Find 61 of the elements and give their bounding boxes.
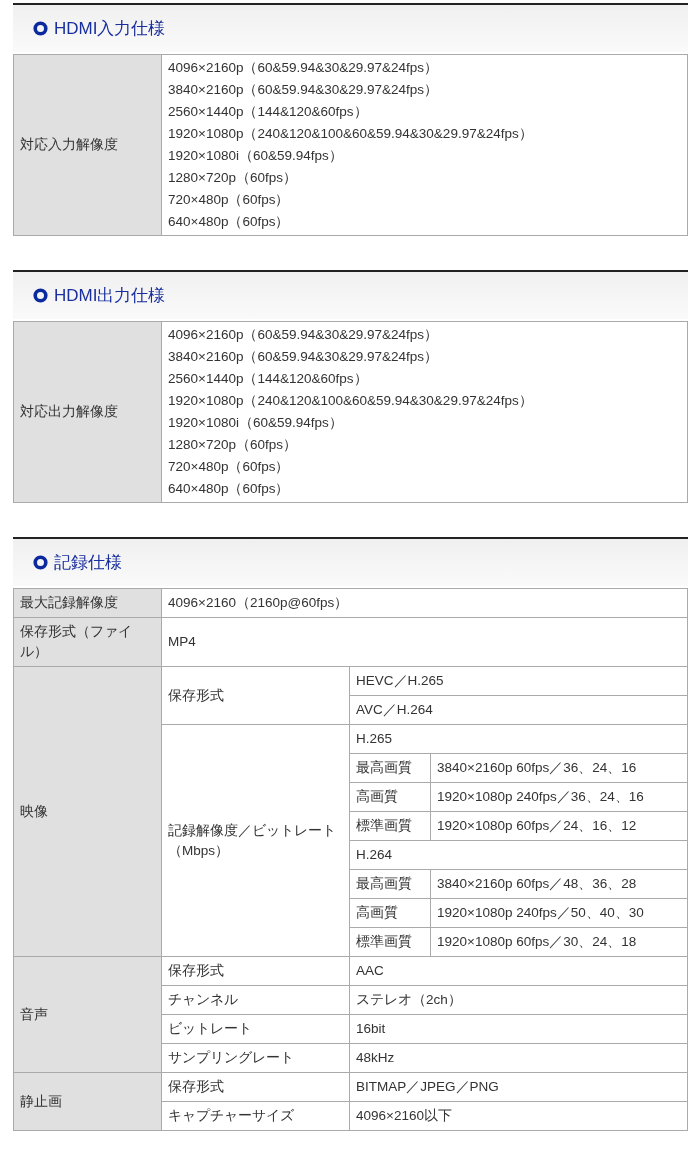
table-cell: 3840×2160p 60fps／36、24、16 [430,753,688,783]
row-header: 最大記録解像度 [13,588,162,618]
table-cell: 1920×1080p 240fps／36、24、16 [430,782,688,812]
row-header: 対応入力解像度 [13,54,162,236]
table-cell: 3840×2160p 60fps／48、36、28 [430,869,688,899]
resolution-text: 2560×1440p（144&120&60fps） [168,370,369,388]
resolution-text: 1920×1080p（240&120&100&60&59.94&30&29.97&24fps） [168,125,534,143]
table-cell: 48kHz [349,1043,688,1073]
table-cell: ステレオ（2ch） [349,985,688,1015]
resolution-text: 3840×2160p（60&59.94&30&29.97&24fps） [168,81,440,99]
table-cell: キャプチャーサイズ [161,1101,350,1131]
table-cell: 最高画質 [349,753,431,783]
ring-icon [33,21,48,36]
resolution-text: 2560×1440p（144&120&60fps） [168,103,369,121]
row-header: 映像 [13,666,162,957]
section-title: 記録仕様 [54,552,122,574]
table-cell: 高画質 [349,782,431,812]
table-cell: 保存形式 [161,956,350,986]
table-cell: H.265 [349,724,688,754]
ring-icon [33,288,48,303]
table-cell: MP4 [161,617,688,667]
table-cell: 記録解像度／ビットレート（Mbps） [161,724,350,957]
table-cell: チャンネル [161,985,350,1015]
section-title: HDMI入力仕様 [54,18,166,40]
resolution-text: 1920×1080p（240&120&100&60&59.94&30&29.97&24fps） [168,392,534,410]
table-cell: 1920×1080p 60fps／30、24、18 [430,927,688,957]
section-title: HDMI出力仕様 [54,285,166,307]
resolution-text: 1280×720p（60fps） [168,436,298,454]
table-cell: AAC [349,956,688,986]
ring-icon [33,555,48,570]
resolution-text: 3840×2160p（60&59.94&30&29.97&24fps） [168,348,440,366]
table-cell: 標準画質 [349,927,431,957]
table-cell: 1920×1080p 60fps／24、16、12 [430,811,688,841]
table-cell: HEVC／H.265 [349,666,688,696]
table-cell: 高画質 [349,898,431,928]
table-cell: 4096×2160以下 [349,1101,688,1131]
resolution-text: 640×480p（60fps） [168,213,291,231]
row-header: 静止画 [13,1072,162,1131]
resolution-text: 1280×720p（60fps） [168,169,298,187]
table-cell: ビットレート [161,1014,350,1044]
table-cell: 4096×2160（2160p@60fps） [161,588,688,618]
resolution-text: 720×480p（60fps） [168,458,291,476]
row-header: 保存形式（ファイル） [13,617,162,667]
resolution-text: 1920×1080i（60&59.94fps） [168,414,344,432]
table-cell: 1920×1080p 240fps／50、40、30 [430,898,688,928]
resolution-text: 720×480p（60fps） [168,191,291,209]
table-cell: AVC／H.264 [349,695,688,725]
table-cell: BITMAP／JPEG／PNG [349,1072,688,1102]
row-header: 音声 [13,956,162,1073]
table-cell: 16bit [349,1014,688,1044]
table-cell: 保存形式 [161,666,350,725]
resolution-text: 4096×2160p（60&59.94&30&29.97&24fps） [168,59,440,77]
table-cell: 保存形式 [161,1072,350,1102]
resolution-text: 640×480p（60fps） [168,480,291,498]
resolution-text: 1920×1080i（60&59.94fps） [168,147,344,165]
table-cell: 最高画質 [349,869,431,899]
table-cell: 標準画質 [349,811,431,841]
resolution-text: 4096×2160p（60&59.94&30&29.97&24fps） [168,326,440,344]
table-cell: H.264 [349,840,688,870]
table-cell: サンプリングレート [161,1043,350,1073]
row-header: 対応出力解像度 [13,321,162,503]
